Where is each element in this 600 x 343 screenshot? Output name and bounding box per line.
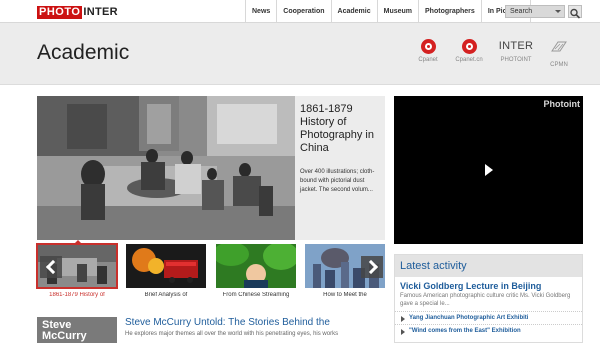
carousel-thumb[interactable]: Brief Analysis of <box>126 244 206 298</box>
partner-label: CPMN <box>550 62 568 68</box>
partner-label: Cpanet <box>418 57 438 63</box>
thumb-image-graphic <box>126 244 206 288</box>
thumb-caption: From Chinese Streaming <box>222 292 290 298</box>
search-button[interactable] <box>568 5 582 19</box>
partner-cpanet-cn[interactable]: Cpanet.cn <box>451 39 487 63</box>
play-icon[interactable] <box>485 164 493 176</box>
article-thumbnail-text-line2: McCurry <box>42 330 87 342</box>
search-input[interactable]: Search <box>505 5 565 18</box>
partner-label: Cpanet.cn <box>455 57 483 63</box>
featured-title[interactable]: 1861-1879 History of Photography in Chin… <box>300 103 380 155</box>
nav-item-cooperation[interactable]: Cooperation <box>276 0 330 23</box>
activity-lead-text: Famous American photographic culture cri… <box>400 293 571 307</box>
video-brand-label: Photoint <box>543 99 581 109</box>
partner-photoint[interactable]: INTER PHOTOINT <box>498 39 534 63</box>
thumb-image-graphic <box>216 244 296 288</box>
logo-photo-text: PHOTO <box>37 5 83 19</box>
partner-cpanet[interactable]: Cpanet <box>410 39 446 63</box>
article-thumbnail[interactable]: Steve McCurry <box>37 317 117 343</box>
nav-item-museum[interactable]: Museum <box>376 0 418 23</box>
article-excerpt: He explores major themes all over the wo… <box>125 331 339 337</box>
featured-article[interactable]: 1861-1879 History of Photography in Chin… <box>37 96 385 240</box>
photoint-logo-text: INTER <box>498 40 534 52</box>
activity-list-item[interactable]: "Wind comes from the East" Exhibition <box>395 324 582 337</box>
thumb-caption: 1861-1879 History of <box>49 292 105 298</box>
featured-description: Over 400 illustrations; cloth-bound with… <box>300 169 375 193</box>
page-title: Academic <box>37 41 130 64</box>
activity-lead-title[interactable]: Vicki Goldberg Lecture in Beijing <box>395 277 582 291</box>
carousel-prev-button[interactable] <box>40 256 62 278</box>
nav-item-news[interactable]: News <box>245 0 276 23</box>
nav-item-academic[interactable]: Academic <box>330 0 377 23</box>
partner-cpmn[interactable]: CPMN <box>541 39 577 68</box>
thumb-caption: Brief Analysis of <box>144 292 188 298</box>
search-input-value: Search <box>510 8 533 15</box>
cpanet-logo-icon <box>461 39 477 54</box>
latest-activity-panel: Latest activity Vicki Goldberg Lecture i… <box>394 254 583 343</box>
thumb-image <box>126 244 206 288</box>
main-nav: News Cooperation Academic Museum Photogr… <box>245 0 531 23</box>
partner-label: PHOTOINT <box>500 57 532 63</box>
carousel-next-button[interactable] <box>361 256 383 278</box>
featured-photo[interactable] <box>37 96 295 240</box>
cpmn-logo-icon <box>551 41 567 52</box>
article-title[interactable]: Steve McCurry Untold: The Stories Behind… <box>125 317 330 328</box>
historic-photo-image <box>37 96 295 240</box>
page-header: Academic Cpanet Cpanet.cn INTER PHOTOINT… <box>0 23 600 85</box>
logo-inter-text: INTER <box>83 6 118 18</box>
latest-activity-heading: Latest activity <box>395 255 582 277</box>
site-logo[interactable]: PHOTO INTER <box>37 5 118 19</box>
top-navigation-bar: PHOTO INTER News Cooperation Academic Mu… <box>0 0 600 23</box>
cpanet-logo-icon <box>420 39 436 54</box>
carousel-thumb[interactable]: From Chinese Streaming <box>216 244 296 298</box>
chevron-down-icon <box>555 10 561 13</box>
search-icon <box>570 8 581 19</box>
thumbnail-carousel: 1861-1879 History of Brief Analysis of F… <box>36 240 385 300</box>
thumb-caption: How to Meet the <box>323 292 367 298</box>
video-player[interactable]: Photoint <box>394 96 583 244</box>
nav-item-photographers[interactable]: Photographers <box>418 0 481 23</box>
article-thumbnail-text: Steve McCurry <box>42 320 87 342</box>
thumb-image <box>216 244 296 288</box>
activity-list-item[interactable]: Yang Jianchuan Photographic Art Exhibiti <box>395 311 582 324</box>
